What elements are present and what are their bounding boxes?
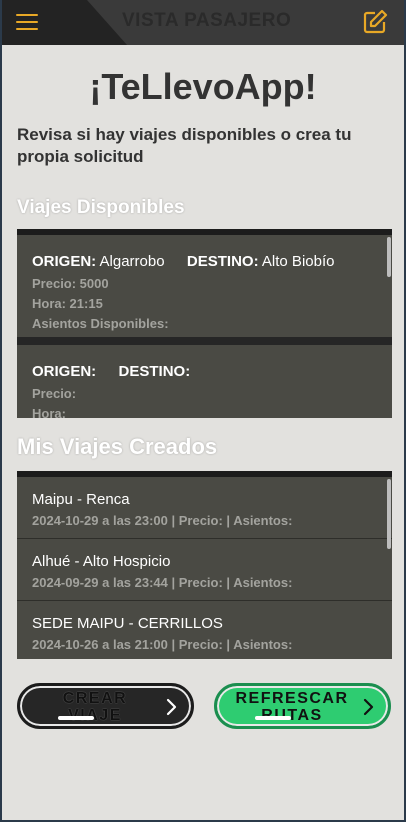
header-title: VISTA PASAJERO bbox=[122, 10, 292, 31]
my-trip-name: SEDE MAIPU - CERRILLOS bbox=[32, 615, 223, 632]
create-button-label-line2: VIAJE bbox=[68, 707, 122, 724]
origin-label: ORIGEN: bbox=[32, 363, 97, 380]
trip-seats: Asientos Disponibles: bbox=[32, 316, 169, 331]
my-trip-info: 2024-10-26 a las 21:00 | Precio: | Asien… bbox=[32, 637, 293, 652]
scrollbar[interactable] bbox=[387, 237, 391, 277]
list-item[interactable]: Maipu - Renca 2024-10-29 a las 23:00 | P… bbox=[17, 477, 392, 539]
trip-price: Precio: 5000 bbox=[32, 276, 109, 291]
my-trip-info: 2024-09-29 a las 23:44 | Precio: | Asien… bbox=[32, 575, 293, 590]
app-header: VISTA PASAJERO bbox=[2, 0, 404, 45]
trip-card[interactable]: ORIGEN: Algarrobo DESTINO: Alto Biobío P… bbox=[17, 235, 392, 345]
my-trip-name: Maipu - Renca bbox=[32, 491, 130, 508]
trip-time: Hora: 21:15 bbox=[32, 296, 103, 311]
my-trips-title: Mis Viajes Creados bbox=[17, 434, 218, 459]
passenger-screen: VISTA PASAJERO ¡TeLlevoApp! Revisa si ha… bbox=[2, 0, 404, 820]
app-title: ¡TeLlevoApp! bbox=[89, 66, 317, 107]
chevron-right-icon bbox=[166, 698, 177, 716]
my-trip-info: 2024-10-29 a las 23:00 | Precio: | Asien… bbox=[32, 513, 293, 528]
trip-destination: Alto Biobío bbox=[261, 253, 335, 270]
page-subtitle: Revisa si hay viajes disponibles o crea … bbox=[17, 125, 352, 166]
my-trips-list[interactable]: Maipu - Renca 2024-10-29 a las 23:00 | P… bbox=[17, 471, 392, 659]
refresh-routes-button[interactable]: REFRESCAR RUTAS bbox=[214, 683, 391, 729]
trip-origin: Algarrobo bbox=[99, 253, 165, 270]
refresh-button-label-line2: RUTAS bbox=[261, 707, 323, 724]
my-trip-name: Alhué - Alto Hospicio bbox=[32, 553, 171, 570]
trip-card[interactable]: ORIGEN: DESTINO: Precio: Hora: bbox=[17, 345, 392, 418]
available-trips-title: Viajes Disponibles bbox=[17, 197, 185, 218]
destination-label: DESTINO: bbox=[118, 363, 191, 380]
destination-label: DESTINO: bbox=[186, 253, 259, 270]
edit-note-icon[interactable] bbox=[362, 9, 388, 35]
trip-price: Precio: bbox=[32, 386, 77, 401]
scrollbar[interactable] bbox=[387, 479, 391, 549]
available-trips-list[interactable]: ORIGEN: Algarrobo DESTINO: Alto Biobío P… bbox=[17, 229, 392, 418]
chevron-right-icon bbox=[363, 698, 374, 716]
hamburger-menu-icon[interactable] bbox=[16, 12, 38, 32]
list-item[interactable]: SEDE MAIPU - CERRILLOS 2024-10-26 a las … bbox=[17, 601, 392, 659]
create-trip-button[interactable]: CREAR VIAJE bbox=[17, 683, 194, 729]
refresh-button-label-line1: REFRESCAR bbox=[235, 690, 349, 707]
create-button-label-line1: CREAR bbox=[62, 690, 128, 707]
origin-label: ORIGEN: bbox=[32, 253, 97, 270]
trip-time: Hora: bbox=[32, 406, 66, 418]
list-item[interactable]: Alhué - Alto Hospicio 2024-09-29 a las 2… bbox=[17, 539, 392, 601]
